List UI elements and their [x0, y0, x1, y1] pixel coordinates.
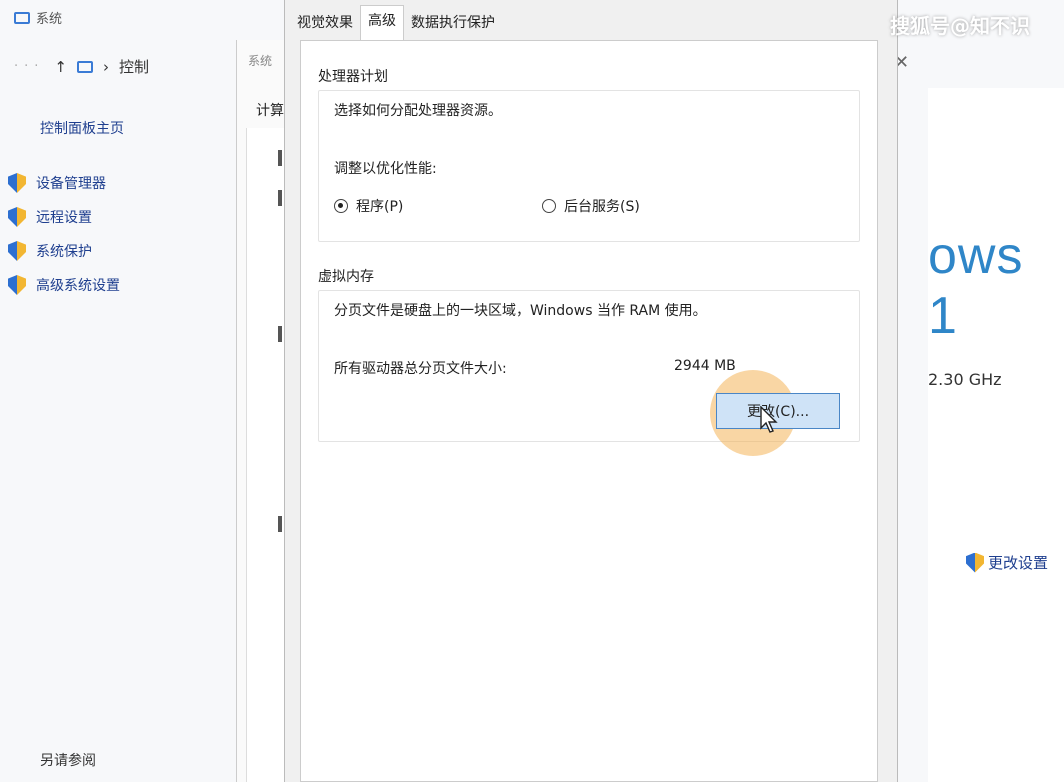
text-fragment: [278, 326, 282, 342]
sidebar-item-label: 高级系统设置: [36, 278, 120, 294]
shield-icon: [8, 207, 26, 227]
system-properties-title: 系统: [248, 54, 273, 68]
text-fragment: [278, 150, 282, 166]
paging-total-label: 所有驱动器总分页文件大小:: [334, 361, 507, 377]
system-window-title: 系统: [14, 8, 62, 27]
radio-label: 程序(P): [356, 199, 404, 215]
sidebar-item-device-manager[interactable]: 设备管理器: [8, 166, 120, 200]
change-settings-link[interactable]: 更改设置: [966, 552, 1048, 573]
radio-label: 后台服务(S): [564, 199, 640, 215]
tab-advanced[interactable]: 高级: [360, 5, 404, 42]
watermark: 搜狐号@知不识: [890, 14, 1030, 38]
adjust-label: 调整以优化性能:: [334, 161, 437, 177]
radio-background-services[interactable]: 后台服务(S): [542, 196, 640, 216]
processor-description: 选择如何分配处理器资源。: [334, 103, 502, 119]
sidebar-item-advanced-settings[interactable]: 高级系统设置: [8, 268, 120, 302]
system-title-text: 系统: [36, 12, 63, 27]
control-panel-home-link[interactable]: 控制面板主页: [40, 118, 124, 138]
monitor-icon: [14, 11, 30, 24]
text-fragment: [278, 190, 282, 206]
virtual-memory-title: 虚拟内存: [318, 266, 858, 286]
change-settings-label: 更改设置: [988, 554, 1049, 572]
sidebar-item-system-protection[interactable]: 系统保护: [8, 234, 120, 268]
sidebar-item-remote-settings[interactable]: 远程设置: [8, 200, 120, 234]
control-panel-icon: [76, 60, 93, 73]
change-button[interactable]: 更改(C)...: [716, 393, 840, 429]
shield-icon: [966, 552, 984, 573]
tab-visual-effects[interactable]: 视觉效果: [290, 8, 360, 40]
chevron-right-icon: ›: [102, 57, 109, 76]
see-also-label: 另请参阅: [40, 753, 96, 769]
text-fragment: [278, 516, 282, 532]
up-arrow-icon[interactable]: ↑: [54, 58, 67, 76]
shield-icon: [8, 241, 26, 261]
sidebar-item-label: 系统保护: [36, 244, 92, 260]
sidebar-list: 设备管理器 远程设置 系统保护 高级系统设置: [8, 166, 120, 302]
breadcrumb[interactable]: 控制: [119, 56, 149, 77]
group-title: 处理器计划: [318, 69, 388, 85]
radio-programs[interactable]: 程序(P): [334, 196, 403, 216]
processor-scheduling-title: 处理器计划: [318, 66, 858, 86]
shield-icon: [8, 275, 26, 295]
system-info-panel: [928, 88, 1064, 782]
mouse-cursor-icon: [760, 406, 778, 433]
radio-selected-icon: [334, 199, 348, 213]
group-title: 虚拟内存: [318, 269, 374, 285]
paging-total-value: 2944 MB: [674, 358, 736, 374]
address-bar[interactable]: ··· ↑ › 控制: [14, 56, 149, 77]
cpu-speed: 2.30 GHz: [928, 370, 1002, 389]
sidebar-item-label: 设备管理器: [36, 176, 106, 192]
sidebar-item-label: 远程设置: [36, 210, 92, 226]
nav-buttons[interactable]: ···: [14, 59, 44, 74]
radio-unselected-icon: [542, 199, 556, 213]
virtual-memory-description: 分页文件是硬盘上的一块区域，Windows 当作 RAM 使用。: [334, 303, 707, 319]
tab-dep[interactable]: 数据执行保护: [404, 8, 502, 40]
shield-icon: [8, 173, 26, 193]
tab-computer-name[interactable]: 计算: [256, 100, 284, 120]
tab-bar: 视觉效果 高级 数据执行保护: [290, 5, 502, 42]
windows-logo-text: ows 1: [928, 227, 1024, 345]
